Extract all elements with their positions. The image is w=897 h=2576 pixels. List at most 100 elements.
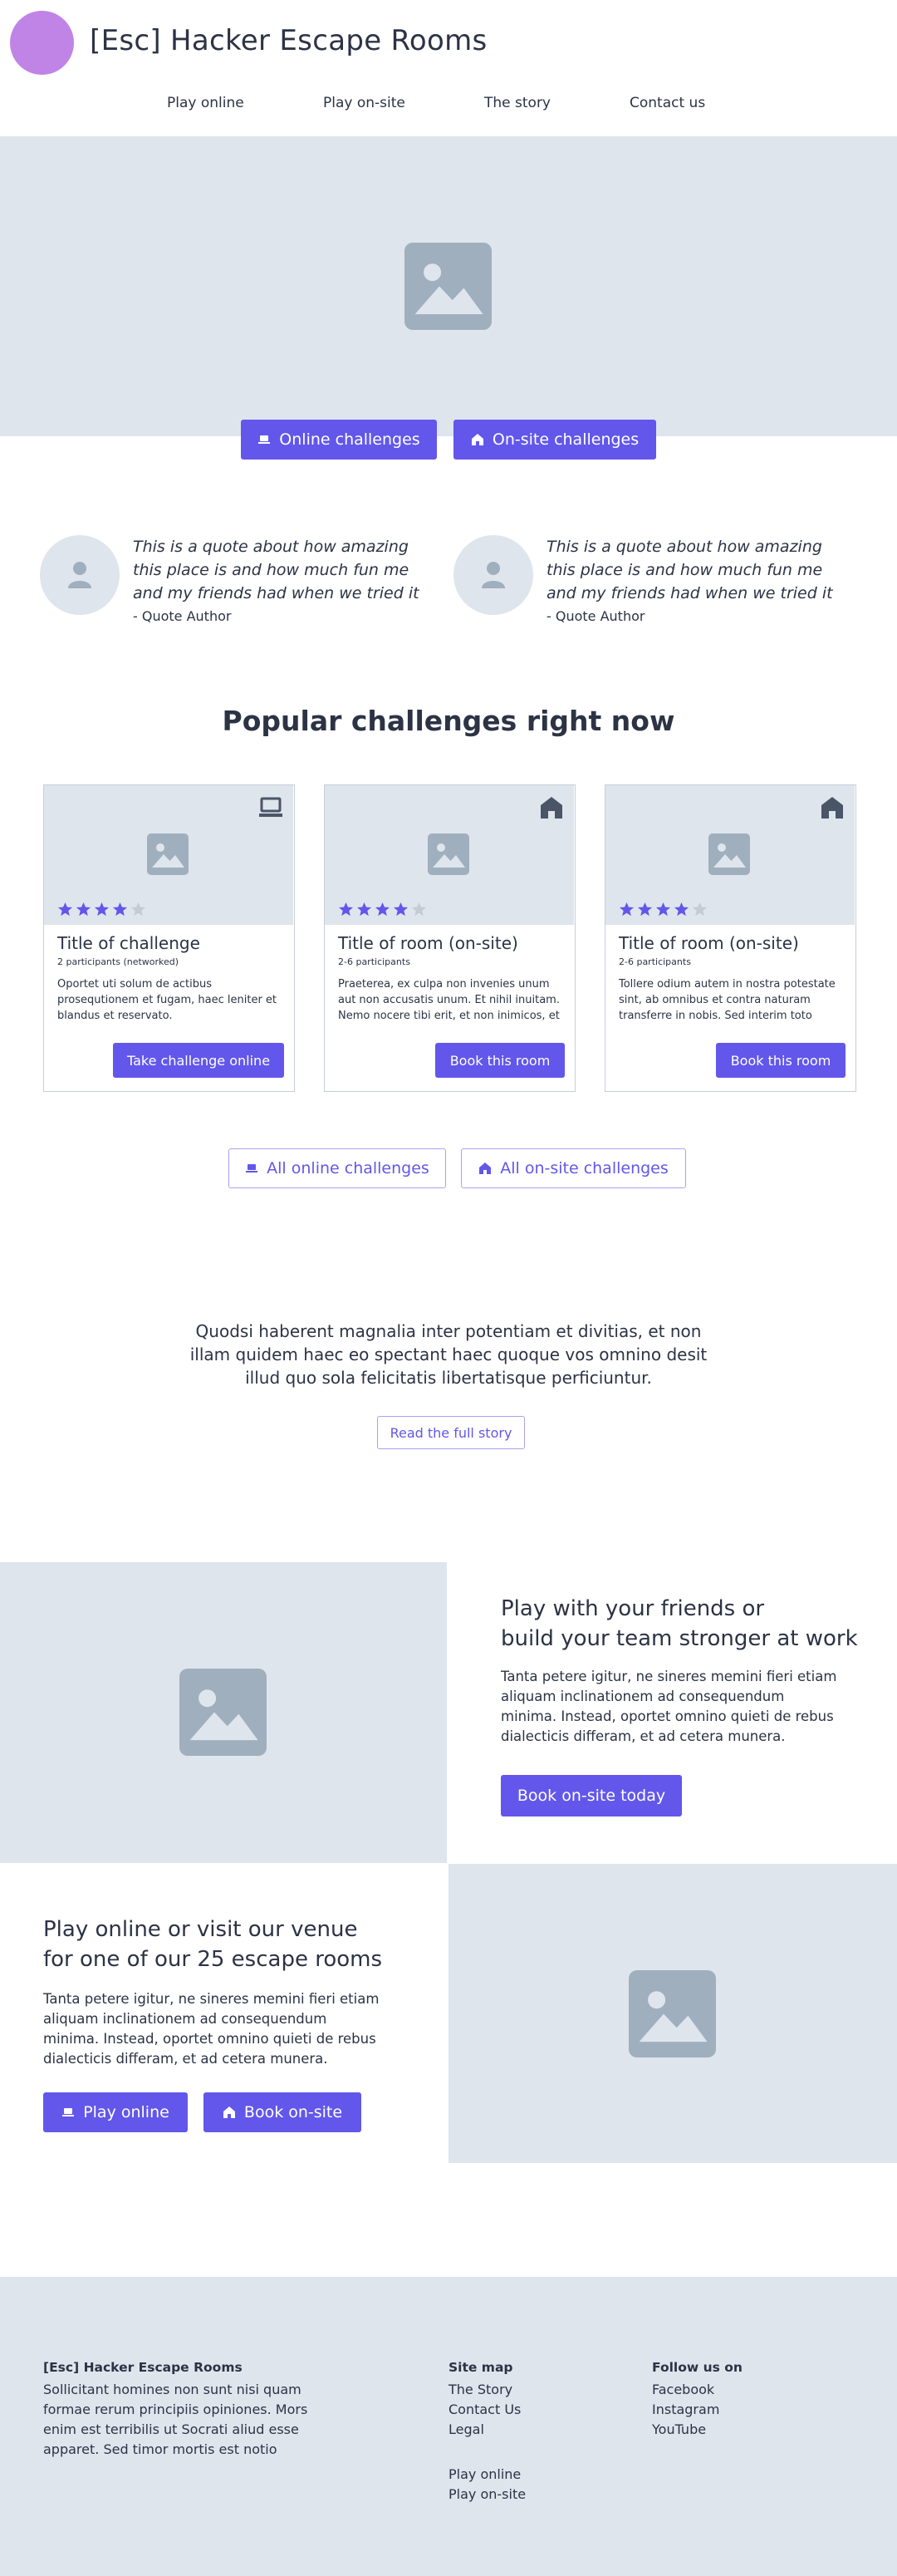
star-icon <box>76 902 91 917</box>
all-online-challenges-label: All online challenges <box>267 1159 429 1177</box>
image-placeholder-icon <box>179 1669 267 1756</box>
all-online-challenges-button[interactable]: All online challenges <box>228 1148 446 1188</box>
card-image <box>325 785 574 925</box>
all-onsite-challenges-label: All on-site challenges <box>500 1159 669 1177</box>
footer-link-play-online[interactable]: Play online <box>448 2466 521 2482</box>
site-footer: [Esc] Hacker Escape Rooms Sollicitant ho… <box>0 2277 897 2576</box>
testimonial-quote: This is a quote about how amazing this p… <box>133 538 419 602</box>
star-icon <box>619 902 635 917</box>
feature-title: Play online or visit our venue for one o… <box>43 1915 382 1974</box>
onsite-challenges-label: On-site challenges <box>492 430 640 449</box>
feature-text: Tanta petere igitur, ne sineres memini f… <box>43 1991 380 2067</box>
card-participants: 2-6 participants <box>338 956 410 967</box>
challenge-card: Title of room (on-site) 2-6 participants… <box>605 784 856 1092</box>
nav-play-online[interactable]: Play online <box>167 95 244 111</box>
footer-link-facebook[interactable]: Facebook <box>652 2382 714 2397</box>
person-icon <box>68 562 91 588</box>
star-icon <box>692 902 708 917</box>
follow-title: Follow us on <box>652 2360 743 2375</box>
hero-banner <box>0 136 897 436</box>
laptop-icon <box>258 435 271 444</box>
laptop-icon <box>246 1164 258 1172</box>
image-placeholder-icon <box>404 243 492 330</box>
testimonial-author: - Quote Author <box>133 608 232 624</box>
card-participants: 2-6 participants <box>619 956 691 967</box>
book-onsite-button[interactable]: Book on-site <box>203 2092 361 2132</box>
testimonial: This is a quote about how amazing this p… <box>453 535 852 643</box>
image-placeholder-icon <box>147 833 189 875</box>
feature-title-line: Play with your friends or <box>501 1596 765 1621</box>
book-room-button[interactable]: Book this room <box>716 1043 846 1078</box>
star-icon <box>94 902 110 917</box>
star-icon <box>393 902 409 917</box>
card-title: Title of room (on-site) <box>338 933 518 953</box>
footer-brand-text: Sollicitant homines non sunt nisi quam f… <box>43 2382 308 2457</box>
sitemap-title: Site map <box>448 2360 513 2375</box>
footer-link-contact[interactable]: Contact Us <box>448 2401 521 2417</box>
play-online-button[interactable]: Play online <box>43 2092 188 2132</box>
online-challenges-label: Online challenges <box>279 430 420 449</box>
star-icon <box>655 902 671 917</box>
rating-stars <box>57 902 146 917</box>
onsite-challenges-button[interactable]: On-site challenges <box>453 420 656 460</box>
footer-link-youtube[interactable]: YouTube <box>652 2421 706 2437</box>
star-icon <box>375 902 390 917</box>
popular-title: Popular challenges right now <box>222 705 675 737</box>
card-title: Title of challenge <box>57 933 200 953</box>
person-icon <box>482 562 505 588</box>
book-onsite-label: Book on-site <box>243 2103 343 2121</box>
laptop-icon <box>62 2108 75 2116</box>
avatar <box>40 535 120 615</box>
feature-title: Play with your friends or build your tea… <box>501 1594 858 1654</box>
feature-text: Tanta petere igitur, ne sineres memini f… <box>501 1669 837 1744</box>
image-placeholder-icon <box>629 1970 716 2057</box>
house-icon <box>541 797 562 819</box>
nav-contact-us[interactable]: Contact us <box>630 95 705 111</box>
card-participants: 2 participants (networked) <box>57 956 179 967</box>
feature-image <box>0 1562 447 1863</box>
house-icon <box>821 797 843 819</box>
house-icon <box>479 1163 492 1174</box>
rating-stars <box>619 902 708 917</box>
testimonial: This is a quote about how amazing this p… <box>40 535 439 643</box>
feature-title-line: for one of our 25 escape rooms <box>43 1947 383 1972</box>
testimonial-quote: This is a quote about how amazing this p… <box>547 538 833 602</box>
play-online-label: Play online <box>83 2103 169 2121</box>
laptop-icon <box>259 797 282 817</box>
star-icon <box>674 902 689 917</box>
all-onsite-challenges-button[interactable]: All on-site challenges <box>461 1148 686 1188</box>
book-onsite-today-button[interactable]: Book on-site today <box>501 1775 682 1816</box>
star-icon <box>130 902 146 917</box>
card-description: Oportet uti solum de actibus proseqution… <box>57 978 277 1022</box>
feature-image <box>448 1864 897 2163</box>
testimonial-author: - Quote Author <box>547 608 645 624</box>
rating-stars <box>338 902 427 917</box>
image-placeholder-icon <box>708 833 750 875</box>
footer-link-legal[interactable]: Legal <box>448 2421 484 2437</box>
footer-link-instagram[interactable]: Instagram <box>652 2401 719 2417</box>
footer-link-story[interactable]: The Story <box>448 2382 512 2397</box>
take-challenge-online-button[interactable]: Take challenge online <box>113 1043 284 1078</box>
avatar <box>453 535 533 615</box>
star-icon <box>112 902 128 917</box>
read-story-button[interactable]: Read the full story <box>377 1416 525 1449</box>
online-challenges-button[interactable]: Online challenges <box>241 420 437 460</box>
book-room-button[interactable]: Book this room <box>435 1043 565 1078</box>
card-description: Praeterea, ex culpa non invenies unum au… <box>338 978 560 1022</box>
nav-play-onsite[interactable]: Play on-site <box>323 95 405 111</box>
main-nav: Play online Play on-site The story Conta… <box>0 95 897 120</box>
footer-link-play-onsite[interactable]: Play on-site <box>448 2486 526 2502</box>
star-icon <box>338 902 354 917</box>
nav-the-story[interactable]: The story <box>484 95 551 111</box>
card-image <box>605 785 855 925</box>
logo[interactable] <box>10 11 74 75</box>
card-title: Title of room (on-site) <box>619 933 799 953</box>
feature-title-line: build your team stronger at work <box>501 1626 858 1651</box>
card-description: Tollere odium autem in nostra potestate … <box>619 978 836 1022</box>
house-icon <box>223 2107 235 2118</box>
site-title[interactable]: [Esc] Hacker Escape Rooms <box>90 24 488 57</box>
challenge-card: Title of challenge 2 participants (netwo… <box>43 784 295 1092</box>
site-header: [Esc] Hacker Escape Rooms Play online Pl… <box>0 0 897 136</box>
challenge-card: Title of room (on-site) 2-6 participants… <box>324 784 576 1092</box>
story-text: Quodsi haberent magnalia inter potentiam… <box>189 1321 708 1388</box>
